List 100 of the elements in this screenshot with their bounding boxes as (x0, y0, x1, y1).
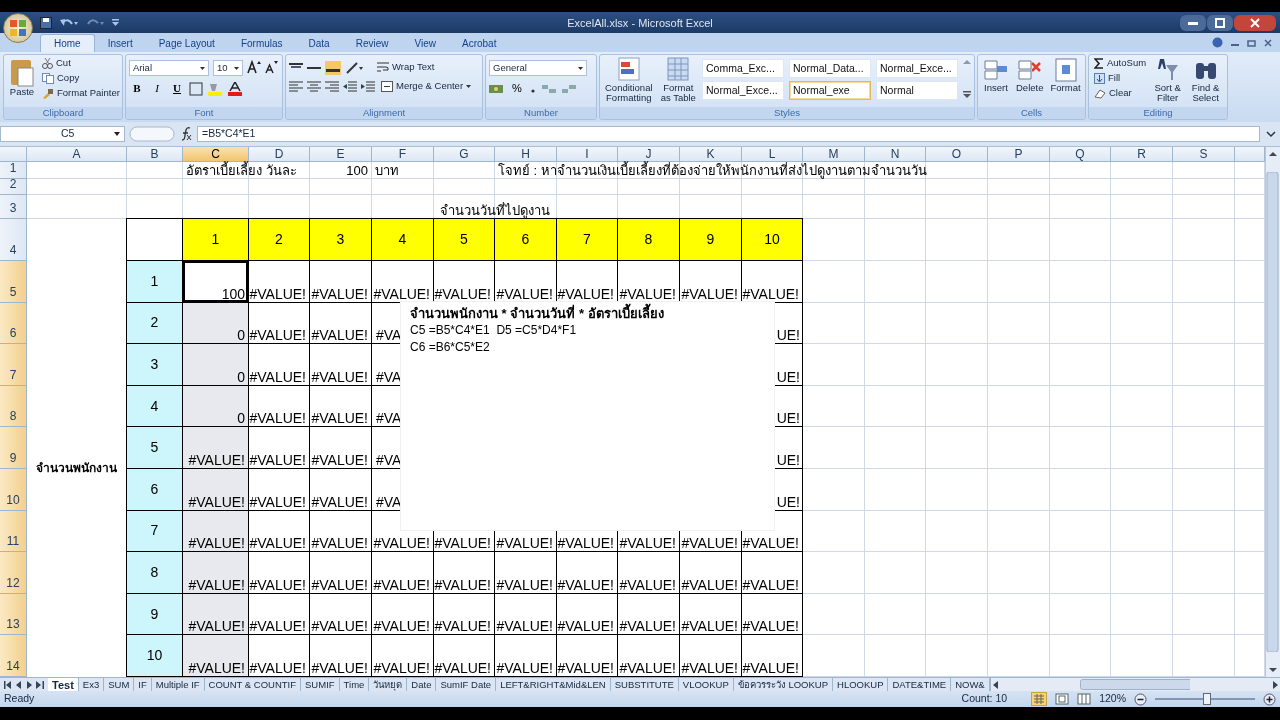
ribbon-tab[interactable]: Home (40, 34, 95, 52)
merge-center-button[interactable]: Merge & Center (379, 79, 474, 94)
day-header: 3 (310, 219, 371, 260)
row-header[interactable]: 12 (0, 552, 27, 594)
sheet-tab[interactable]: Test (48, 678, 79, 691)
italic-button[interactable]: I (149, 80, 165, 97)
format-painter-button[interactable]: Format Painter (40, 86, 122, 101)
cell-style-option[interactable]: Normal (876, 81, 958, 100)
sheet-tab[interactable]: COUNT & COUNTIF (204, 678, 302, 691)
sheet-tab[interactable]: LEFT&RIGHT&Mid&LEN (496, 678, 611, 691)
wrap-text-button[interactable]: Wrap Text (375, 60, 437, 75)
column-header[interactable]: J (618, 147, 680, 162)
cell-style-option[interactable]: Normal_Exce... (876, 59, 958, 78)
column-header[interactable]: A (27, 147, 127, 162)
underline-button[interactable]: U (169, 80, 185, 97)
bold-button[interactable]: B (129, 80, 145, 97)
column-header[interactable]: N (865, 147, 926, 162)
row-header[interactable]: 7 (0, 344, 27, 386)
column-header[interactable]: R (1111, 147, 1173, 162)
insert-button[interactable]: Insert (981, 56, 1011, 94)
column-header[interactable]: H (495, 147, 557, 162)
row-header[interactable]: 5 (0, 261, 27, 303)
employee-number: 1 (127, 261, 182, 302)
row-header[interactable]: 6 (0, 302, 27, 345)
ribbon-tab[interactable]: Insert (94, 34, 146, 52)
find-select-button[interactable]: Find & Select (1187, 56, 1224, 104)
column-header[interactable]: L (742, 147, 803, 162)
sheet-tab[interactable]: IF (134, 678, 152, 691)
font-name-field[interactable]: Arial (129, 60, 209, 76)
format-as-table-button[interactable]: Format as Table (657, 56, 699, 104)
sheet-tab[interactable]: SUMIF (301, 678, 340, 691)
ribbon-tab[interactable]: Formulas (227, 34, 296, 52)
sheet-tab[interactable]: Multiple IF (151, 678, 205, 691)
result-cell: #VALUE! (183, 468, 248, 510)
sheet-tab[interactable]: Ex3 (78, 678, 105, 691)
row-header[interactable]: 13 (0, 593, 27, 636)
row-header[interactable]: 4 (0, 219, 27, 261)
column-header[interactable]: F (372, 147, 434, 162)
column-header[interactable]: K (680, 147, 742, 162)
sort-filter-button[interactable]: Sort & Filter (1151, 56, 1185, 104)
sheet-tab[interactable]: DATE&TIME (888, 678, 952, 691)
paste-button[interactable]: Paste (7, 56, 37, 98)
cell-style-option[interactable]: Normal_Data... (789, 59, 871, 78)
sheet-tab[interactable]: SUBSTITUTE (610, 678, 679, 691)
sheet-tab[interactable]: SumIF Date (436, 678, 497, 691)
employee-number: 2 (127, 302, 182, 344)
column-header[interactable]: B (127, 147, 183, 162)
format-button[interactable]: Format (1048, 56, 1083, 94)
column-header[interactable]: E (310, 147, 372, 162)
ribbon-tab[interactable]: View (401, 34, 449, 52)
text-box[interactable]: จำนวนพนักงาน * จำนวนวันที่ * อัตราเบี้ยเลี้ยง C5 =B5*C4*E1 D5 =C5*D4*F1 C6 =B6*C5*E2 (401, 302, 774, 530)
sheet-tab[interactable]: HLOOKUP (833, 678, 889, 691)
row-header[interactable]: 8 (0, 385, 27, 428)
cell-style-option[interactable]: Normal_Exce... (702, 81, 784, 100)
ribbon-tab[interactable]: Acrobat (449, 34, 510, 52)
column-header[interactable]: P (988, 147, 1050, 162)
sheet-tab[interactable]: วันหยุด (369, 678, 408, 691)
conditional-formatting-button[interactable]: Conditional Formatting (603, 56, 655, 104)
ribbon-tab[interactable]: Page Layout (145, 34, 228, 52)
number-cell-text: 100 (345, 162, 369, 178)
formula-field[interactable]: =B5*C4*E1 (197, 126, 1260, 142)
autosum-button[interactable]: AutoSum (1092, 56, 1149, 71)
row-header[interactable]: 9 (0, 427, 27, 469)
cell-style-option[interactable]: Normal_exe (789, 81, 871, 100)
row-header[interactable]: 14 (0, 635, 27, 677)
column-header[interactable]: C (183, 147, 249, 162)
fill-button[interactable]: Fill (1092, 71, 1149, 86)
sheet-tab[interactable]: NOW& (951, 678, 990, 691)
ribbon-tab[interactable]: Data (295, 34, 343, 52)
sheet-tab[interactable]: ข้อควรระวัง LOOKUP (733, 678, 833, 691)
row-header[interactable]: 10 (0, 468, 27, 511)
percent-button[interactable]: % (509, 80, 525, 97)
column-header[interactable]: D (249, 147, 310, 162)
result-cell: #VALUE! (183, 552, 248, 593)
group-label: Editing (1089, 107, 1227, 119)
column-header[interactable]: M (803, 147, 865, 162)
row-header[interactable]: 2 (0, 179, 27, 195)
column-header[interactable]: Q (1050, 147, 1111, 162)
delete-button[interactable]: Delete (1014, 56, 1046, 94)
sheet-tab[interactable]: Date (407, 678, 437, 691)
cut-button[interactable]: Cut (40, 56, 122, 71)
name-box[interactable]: C5 (0, 126, 125, 142)
column-header[interactable]: G (434, 147, 495, 162)
ribbon-tab[interactable]: Review (342, 34, 402, 52)
result-cell: 0 (183, 385, 248, 427)
sheet-tab[interactable]: SUM (104, 678, 135, 691)
clear-button[interactable]: Clear (1092, 86, 1149, 101)
number-format-field[interactable]: General (489, 60, 587, 76)
cell-style-option[interactable]: Comma_Exc... (702, 59, 784, 78)
copy-button[interactable]: Copy (40, 71, 122, 86)
font-size-field[interactable]: 10 (213, 60, 243, 76)
row-header[interactable]: 3 (0, 195, 27, 219)
group-label: Cells (978, 107, 1085, 119)
column-header[interactable]: S (1173, 147, 1235, 162)
column-header[interactable]: I (557, 147, 618, 162)
column-header[interactable]: O (926, 147, 988, 162)
row-header[interactable]: 1 (0, 162, 27, 179)
row-header[interactable]: 11 (0, 510, 27, 553)
sheet-tab[interactable]: VLOOKUP (678, 678, 734, 691)
sheet-tab[interactable]: Time (339, 678, 370, 691)
